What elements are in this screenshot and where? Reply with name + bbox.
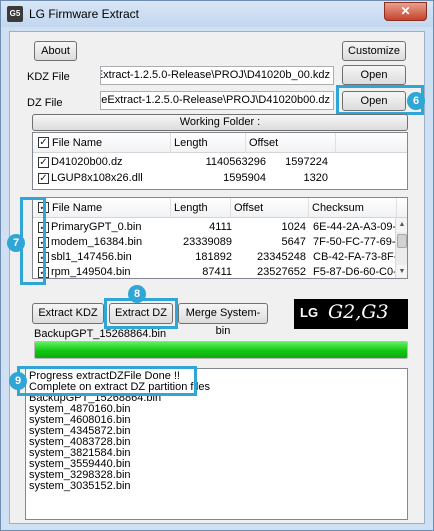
partitions-table: ✓ File Name Length Offset Checksum ✓ Pri… bbox=[32, 197, 408, 279]
title-bar[interactable]: G5 LG Firmware Extract ✕ bbox=[1, 1, 433, 27]
progress-bar bbox=[34, 341, 408, 359]
app-window: G5 LG Firmware Extract ✕ About Customize… bbox=[0, 0, 434, 531]
file-name: D41020b00.dz bbox=[51, 156, 123, 168]
dz-file-field[interactable]: LGFirmwareExtract-1.2.5.0-Release\PROJ\D… bbox=[100, 91, 334, 110]
col-length[interactable]: Length bbox=[171, 198, 231, 218]
scroll-up-icon[interactable]: ▲ bbox=[396, 218, 407, 232]
logo-brand: LG bbox=[300, 305, 319, 320]
file-length: 1595904 bbox=[223, 172, 266, 184]
log-line: system_3035152.bin bbox=[29, 480, 131, 492]
callout-badge-8: 8 bbox=[128, 285, 146, 303]
scroll-thumb[interactable] bbox=[397, 234, 407, 248]
partition-name: sbl1_147456.bin bbox=[51, 251, 132, 263]
file-offset: 1320 bbox=[303, 172, 328, 184]
kdz-open-button[interactable]: Open bbox=[342, 65, 406, 85]
customize-button[interactable]: Customize bbox=[342, 41, 406, 61]
lg-g2-g3-logo: LG G2,G3 bbox=[294, 299, 408, 329]
col-file-name[interactable]: File Name bbox=[49, 133, 171, 153]
partition-offset: 5647 bbox=[281, 236, 306, 248]
kdz-file-field[interactable]: FirmwareExtract-1.2.5.0-Release\PROJ\D41… bbox=[100, 66, 334, 85]
dz-file-label: DZ File bbox=[27, 97, 63, 109]
partition-length: 87411 bbox=[202, 266, 232, 278]
col-checksum[interactable]: Checksum bbox=[309, 198, 397, 218]
files-table: ✓ File Name Length Offset ✓ D41020b00.dz… bbox=[32, 132, 408, 190]
partition-length: 4111 bbox=[209, 221, 232, 233]
about-button[interactable]: About bbox=[34, 41, 77, 61]
kdz-file-path: FirmwareExtract-1.2.5.0-Release\PROJ\D41… bbox=[101, 69, 330, 81]
working-folder-button[interactable]: Working Folder : bbox=[32, 114, 408, 131]
partition-checksum: F5-87-D6-60-C0-E5 bbox=[313, 266, 395, 278]
table-row[interactable]: ✓ PrimaryGPT_0.bin 4111 1024 6E-44-2A-A3… bbox=[33, 220, 407, 235]
partition-length: 181892 bbox=[195, 251, 232, 263]
table-row[interactable]: ✓ LGUP8x108x26.dll 1595904 1320 bbox=[33, 171, 407, 186]
table-row[interactable]: ✓ sbl1_147456.bin 181892 23345248 CB-42-… bbox=[33, 250, 407, 265]
files-table-header: ✓ File Name Length Offset bbox=[33, 133, 407, 153]
row-checkbox[interactable]: ✓ bbox=[38, 173, 49, 184]
app-icon: G5 bbox=[7, 6, 23, 22]
table-row[interactable]: ✓ modem_16384.bin 23339089 5647 7F-50-FC… bbox=[33, 235, 407, 250]
files-select-all-checkbox[interactable]: ✓ bbox=[38, 137, 49, 148]
partition-checksum: 6E-44-2A-A3-09-B5 bbox=[313, 221, 395, 233]
logo-models: G2,G3 bbox=[328, 301, 389, 323]
partition-name: PrimaryGPT_0.bin bbox=[51, 221, 142, 233]
main-panel: About Customize KDZ File FirmwareExtract… bbox=[7, 31, 425, 524]
close-button[interactable]: ✕ bbox=[384, 2, 427, 21]
col-length[interactable]: Length bbox=[171, 133, 246, 153]
window-title: LG Firmware Extract bbox=[29, 7, 140, 21]
row-checkbox[interactable]: ✓ bbox=[38, 157, 49, 168]
partition-name: modem_16384.bin bbox=[51, 236, 143, 248]
file-length: 1140563296 bbox=[205, 156, 266, 168]
extract-kdz-button[interactable]: Extract KDZ bbox=[32, 303, 104, 324]
partition-offset: 23527652 bbox=[257, 266, 306, 278]
extract-dz-callout bbox=[104, 298, 178, 329]
col-offset[interactable]: Offset bbox=[246, 133, 336, 153]
dz-file-path: LGFirmwareExtract-1.2.5.0-Release\PROJ\D… bbox=[101, 94, 330, 106]
kdz-file-label: KDZ File bbox=[27, 71, 70, 83]
partition-checksum: 7F-50-FC-77-69-1F bbox=[313, 236, 395, 248]
table-row[interactable]: ✓ D41020b00.dz 1140563296 1597224 bbox=[33, 155, 407, 170]
table-row[interactable]: ✓ rpm_149504.bin 87411 23527652 F5-87-D6… bbox=[33, 265, 407, 278]
partition-name: rpm_149504.bin bbox=[51, 266, 131, 278]
partitions-table-header: ✓ File Name Length Offset Checksum bbox=[33, 198, 407, 218]
callout-badge-6: 6 bbox=[407, 92, 425, 110]
col-file-name[interactable]: File Name bbox=[49, 198, 171, 218]
partition-length: 23339089 bbox=[183, 236, 232, 248]
partitions-scrollbar[interactable]: ▲ ▼ bbox=[395, 218, 407, 278]
file-offset: 1597224 bbox=[285, 156, 328, 168]
col-offset[interactable]: Offset bbox=[231, 198, 309, 218]
log-callout bbox=[17, 366, 197, 396]
partition-checksum: CB-42-FA-73-8F-B5 bbox=[313, 251, 395, 263]
partition-offset: 23345248 bbox=[257, 251, 306, 263]
current-file-label: BackupGPT_15268864.bin bbox=[34, 328, 167, 340]
callout-badge-9: 9 bbox=[9, 372, 27, 390]
scroll-down-icon[interactable]: ▼ bbox=[396, 265, 407, 278]
file-name: LGUP8x108x26.dll bbox=[51, 172, 143, 184]
callout-badge-7: 7 bbox=[7, 234, 25, 252]
partition-offset: 1024 bbox=[281, 221, 306, 233]
progress-bar-fill bbox=[35, 342, 407, 358]
merge-system-bin-button[interactable]: Merge System-bin bbox=[178, 303, 268, 337]
